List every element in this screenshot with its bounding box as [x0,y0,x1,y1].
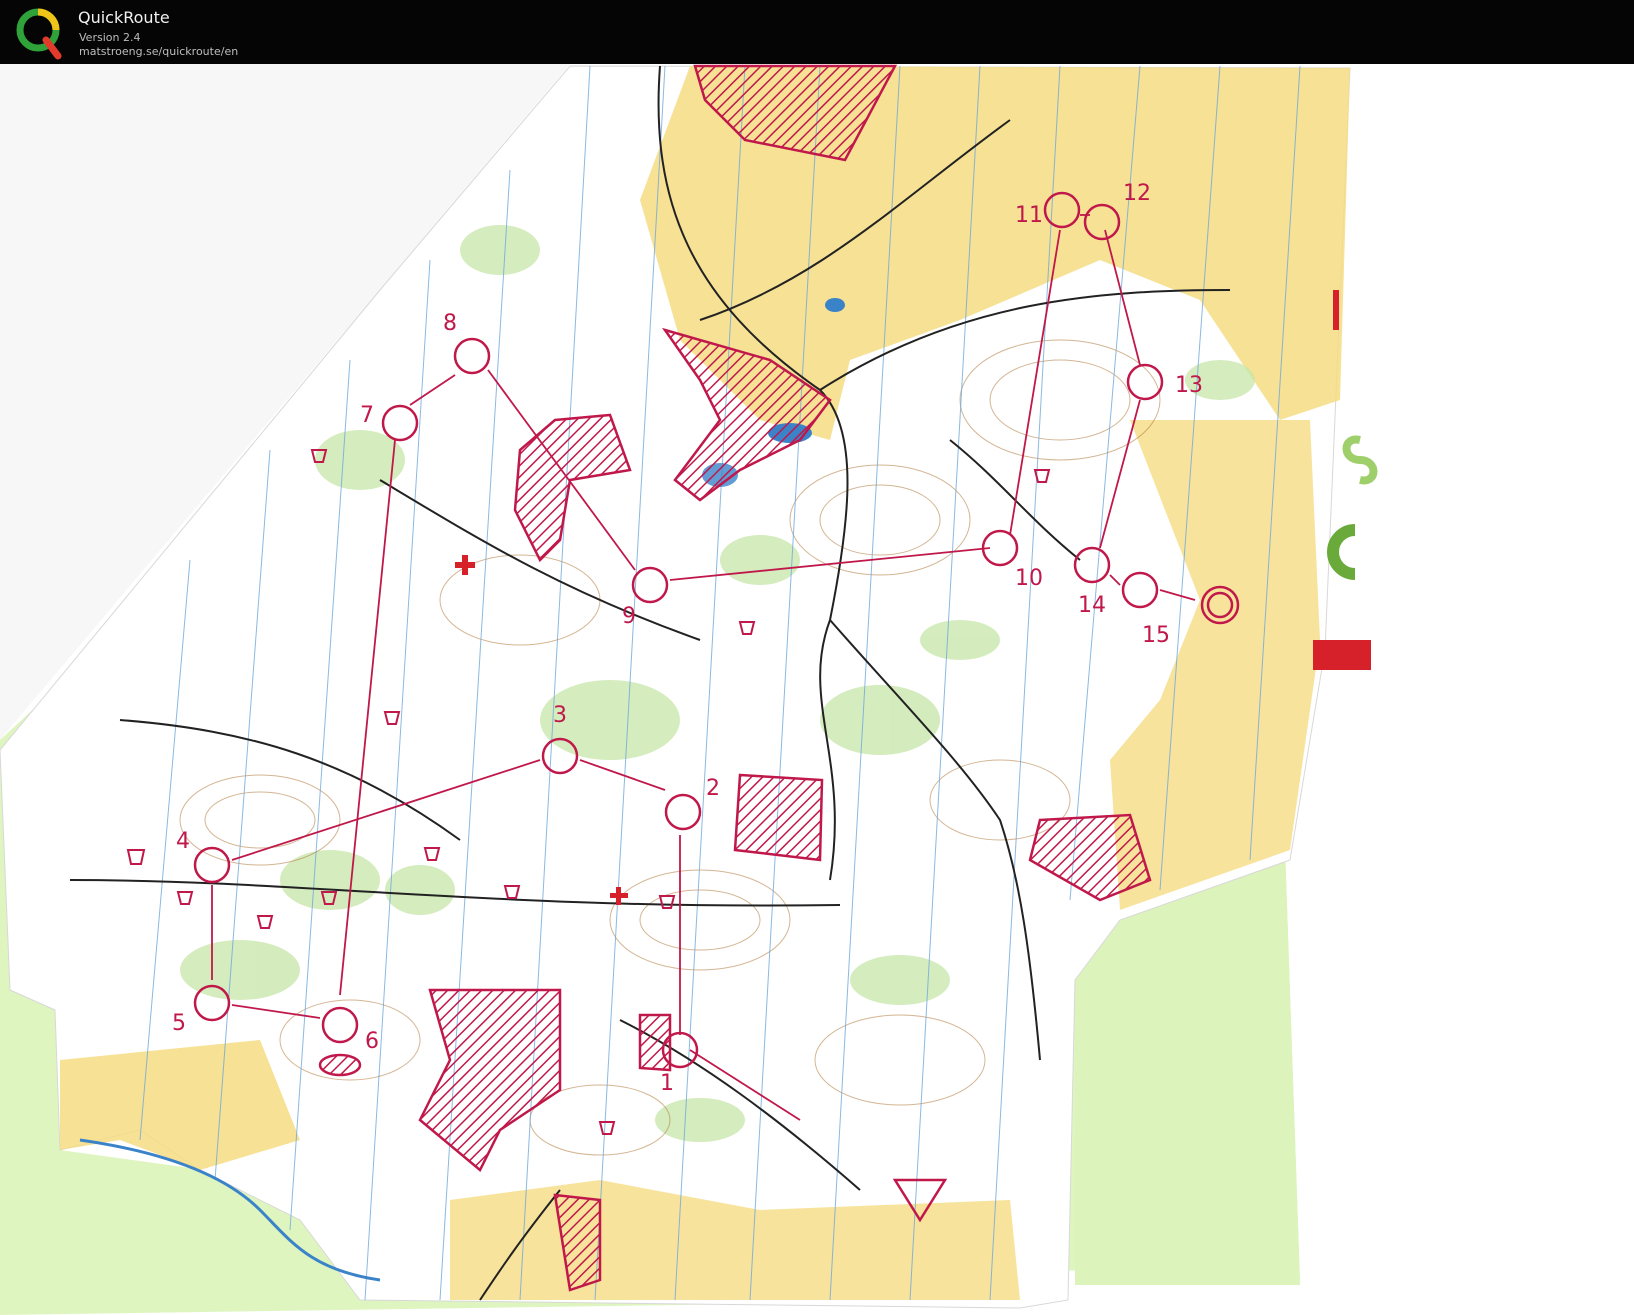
control-number: 14 [1078,593,1106,618]
sheet-green-s [1342,435,1378,485]
sheet-red-fragment [1313,640,1371,670]
sheet-red-bar [1333,290,1339,330]
app-title: QuickRoute [78,8,170,27]
control-number: 9 [622,604,636,629]
control-number: 8 [443,311,457,336]
control-number: 5 [172,1011,186,1036]
orienteering-map[interactable]: 1 2 3 4 5 6 7 8 9 10 11 12 13 14 15 [0,64,1634,1315]
control-number: 13 [1175,373,1203,398]
quickroute-logo-icon [16,8,62,60]
control-number: 3 [553,703,567,728]
pond-north [825,298,845,312]
control-number: 2 [706,776,720,801]
control-number: 12 [1123,181,1151,206]
control-number: 1 [660,1071,674,1096]
control-number: 15 [1142,623,1170,648]
control-number: 11 [1015,203,1043,228]
control-number: 4 [176,829,190,854]
control-number: 7 [360,403,374,428]
app-header: QuickRoute Version 2.4 matstroeng.se/qui… [0,0,1634,64]
map-canvas[interactable]: 1 2 3 4 5 6 7 8 9 10 11 12 13 14 15 [0,64,1634,1315]
sheet-green-arc [1327,524,1356,580]
app-version: Version 2.4 [79,31,141,44]
control-number: 6 [365,1029,379,1054]
open-land-sw [60,1040,300,1170]
app-url[interactable]: matstroeng.se/quickroute/en [79,45,238,58]
control-number: 10 [1015,566,1043,591]
